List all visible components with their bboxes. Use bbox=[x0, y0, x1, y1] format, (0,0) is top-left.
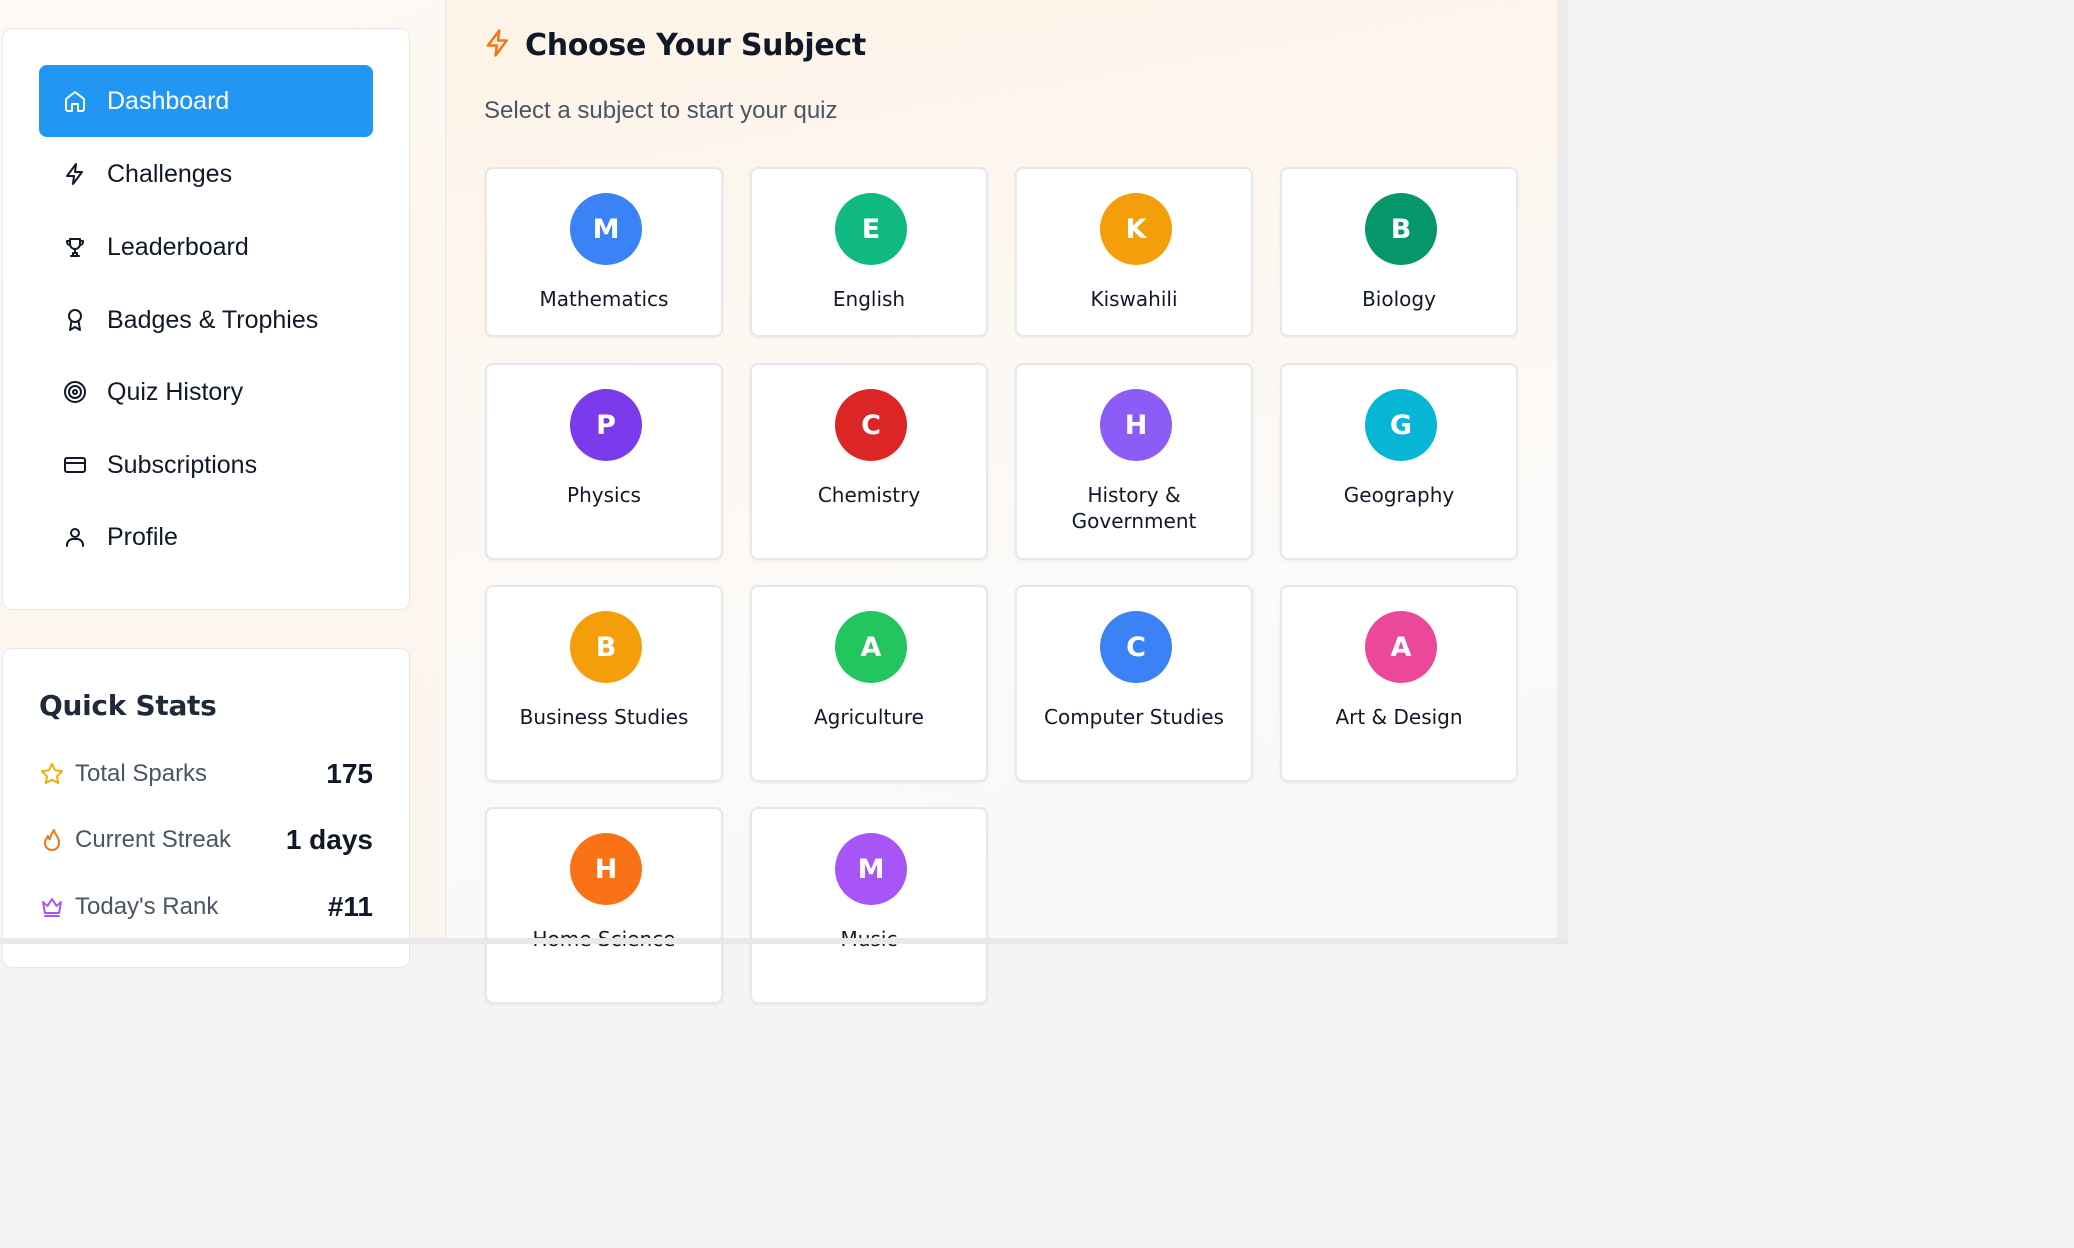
bottom-edge bbox=[0, 938, 1568, 944]
sidebar-item-challenges[interactable]: Challenges bbox=[39, 138, 373, 210]
subject-name: History & Government bbox=[1071, 483, 1197, 533]
subject-card[interactable]: HHome Science bbox=[485, 807, 723, 1004]
left-column: Dashboard Challenges Leaderboard Badges … bbox=[0, 0, 446, 968]
subject-avatar: K bbox=[1100, 193, 1172, 265]
award-icon bbox=[62, 307, 88, 333]
sidebar-item-leaderboard[interactable]: Leaderboard bbox=[39, 211, 373, 283]
subject-card[interactable]: H History & Government bbox=[1015, 363, 1253, 560]
subject-name: Kiswahili bbox=[1090, 287, 1178, 311]
subject-name: Business Studies bbox=[519, 705, 689, 729]
sidebar-item-label: Dashboard bbox=[107, 86, 230, 115]
subject-name: Computer Studies bbox=[1044, 705, 1224, 729]
sidebar-nav: Dashboard Challenges Leaderboard Badges … bbox=[2, 28, 410, 610]
sidebar-item-label: Profile bbox=[107, 522, 178, 551]
subject-avatar: B bbox=[1365, 193, 1437, 265]
page-title: Choose Your Subject bbox=[525, 28, 866, 63]
subject-card[interactable]: MMusic bbox=[750, 807, 988, 1004]
stat-todays-rank: Today's Rank #11 bbox=[39, 887, 373, 927]
subject-avatar: M bbox=[835, 833, 907, 905]
subject-avatar: A bbox=[1365, 611, 1437, 683]
credit-card-icon bbox=[62, 452, 88, 478]
sidebar-item-badges[interactable]: Badges & Trophies bbox=[39, 284, 373, 356]
sidebar-item-label: Subscriptions bbox=[107, 450, 258, 479]
lightning-icon bbox=[62, 161, 88, 187]
flame-icon bbox=[39, 827, 65, 853]
quick-stats-title: Quick Stats bbox=[39, 689, 217, 722]
subject-card[interactable]: C Chemistry bbox=[750, 363, 988, 560]
stat-value: 1 days bbox=[285, 824, 373, 855]
stat-label: Current Streak bbox=[75, 826, 232, 853]
target-icon bbox=[62, 379, 88, 405]
subject-card[interactable]: B Business Studies bbox=[485, 585, 723, 782]
subject-card[interactable]: A Art & Design bbox=[1280, 585, 1518, 782]
subject-selection-panel: Choose Your Subject Select a subject to … bbox=[447, 0, 1557, 1004]
lightning-icon bbox=[483, 28, 513, 63]
subject-name: English bbox=[832, 287, 906, 311]
subject-name: Art & Design bbox=[1335, 705, 1463, 729]
subject-avatar: H bbox=[570, 833, 642, 905]
subject-avatar: C bbox=[835, 389, 907, 461]
home-icon bbox=[62, 88, 88, 114]
subject-card[interactable]: E English bbox=[750, 167, 988, 337]
sidebar-item-label: Leaderboard bbox=[107, 232, 249, 261]
sidebar-item-subscriptions[interactable]: Subscriptions bbox=[39, 429, 373, 501]
stat-label: Total Sparks bbox=[75, 760, 208, 787]
subject-card[interactable]: K Kiswahili bbox=[1015, 167, 1253, 337]
quick-stats-card: Quick Stats Total Sparks 175 Current Str… bbox=[2, 648, 410, 968]
subject-avatar: G bbox=[1365, 389, 1437, 461]
stat-total-sparks: Total Sparks 175 bbox=[39, 754, 373, 794]
subject-name: Geography bbox=[1343, 483, 1455, 507]
subject-card[interactable]: P Physics bbox=[485, 363, 723, 560]
stat-label: Today's Rank bbox=[75, 893, 219, 920]
sidebar-item-label: Challenges bbox=[107, 159, 233, 188]
sidebar-item-label: Badges & Trophies bbox=[107, 305, 319, 334]
subject-card[interactable]: C Computer Studies bbox=[1015, 585, 1253, 782]
stat-value: 175 bbox=[326, 758, 373, 789]
subject-card[interactable]: B Biology bbox=[1280, 167, 1518, 337]
subject-card[interactable]: A Agriculture bbox=[750, 585, 988, 782]
trophy-icon bbox=[62, 234, 88, 260]
subject-avatar: C bbox=[1100, 611, 1172, 683]
page-heading: Choose Your Subject bbox=[483, 28, 866, 63]
subject-name: Physics bbox=[567, 483, 641, 507]
subject-card[interactable]: M Mathematics bbox=[485, 167, 723, 337]
stat-current-streak: Current Streak 1 days bbox=[39, 820, 373, 860]
subject-name: Agriculture bbox=[814, 705, 924, 729]
subject-avatar: P bbox=[570, 389, 642, 461]
star-icon bbox=[39, 761, 65, 787]
sidebar-item-quiz-history[interactable]: Quiz History bbox=[39, 356, 373, 428]
crown-icon bbox=[39, 894, 65, 920]
scrollbar-track[interactable] bbox=[1557, 0, 1568, 944]
subject-name: Chemistry bbox=[817, 483, 921, 507]
subject-avatar: M bbox=[570, 193, 642, 265]
subject-card[interactable]: G Geography bbox=[1280, 363, 1518, 560]
stat-value: #11 bbox=[327, 891, 373, 922]
subject-name: Biology bbox=[1362, 287, 1436, 311]
subject-avatar: A bbox=[835, 611, 907, 683]
subject-avatar: E bbox=[835, 193, 907, 265]
subject-name: Mathematics bbox=[539, 287, 669, 311]
sidebar-item-profile[interactable]: Profile bbox=[39, 501, 373, 573]
sidebar-item-label: Quiz History bbox=[107, 377, 244, 406]
user-icon bbox=[62, 524, 88, 550]
sidebar-item-dashboard[interactable]: Dashboard bbox=[39, 65, 373, 137]
page-subtitle: Select a subject to start your quiz bbox=[484, 97, 838, 124]
subject-avatar: H bbox=[1100, 389, 1172, 461]
subject-avatar: B bbox=[570, 611, 642, 683]
